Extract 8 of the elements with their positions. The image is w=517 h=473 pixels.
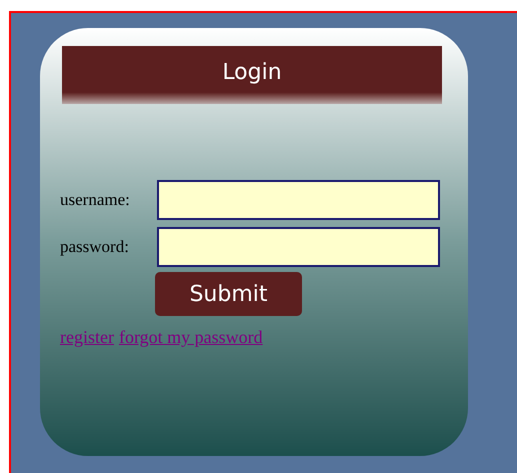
input-field[interactable] xyxy=(157,180,440,220)
field-label: username: xyxy=(60,189,131,212)
text-link[interactable]: forgot my password xyxy=(118,324,263,351)
login-title: Login xyxy=(222,58,282,86)
field-label: password: xyxy=(60,236,130,258)
text-link[interactable]: register xyxy=(60,324,114,351)
submit-button[interactable]: Submit xyxy=(155,272,302,316)
input-field[interactable] xyxy=(157,227,440,267)
